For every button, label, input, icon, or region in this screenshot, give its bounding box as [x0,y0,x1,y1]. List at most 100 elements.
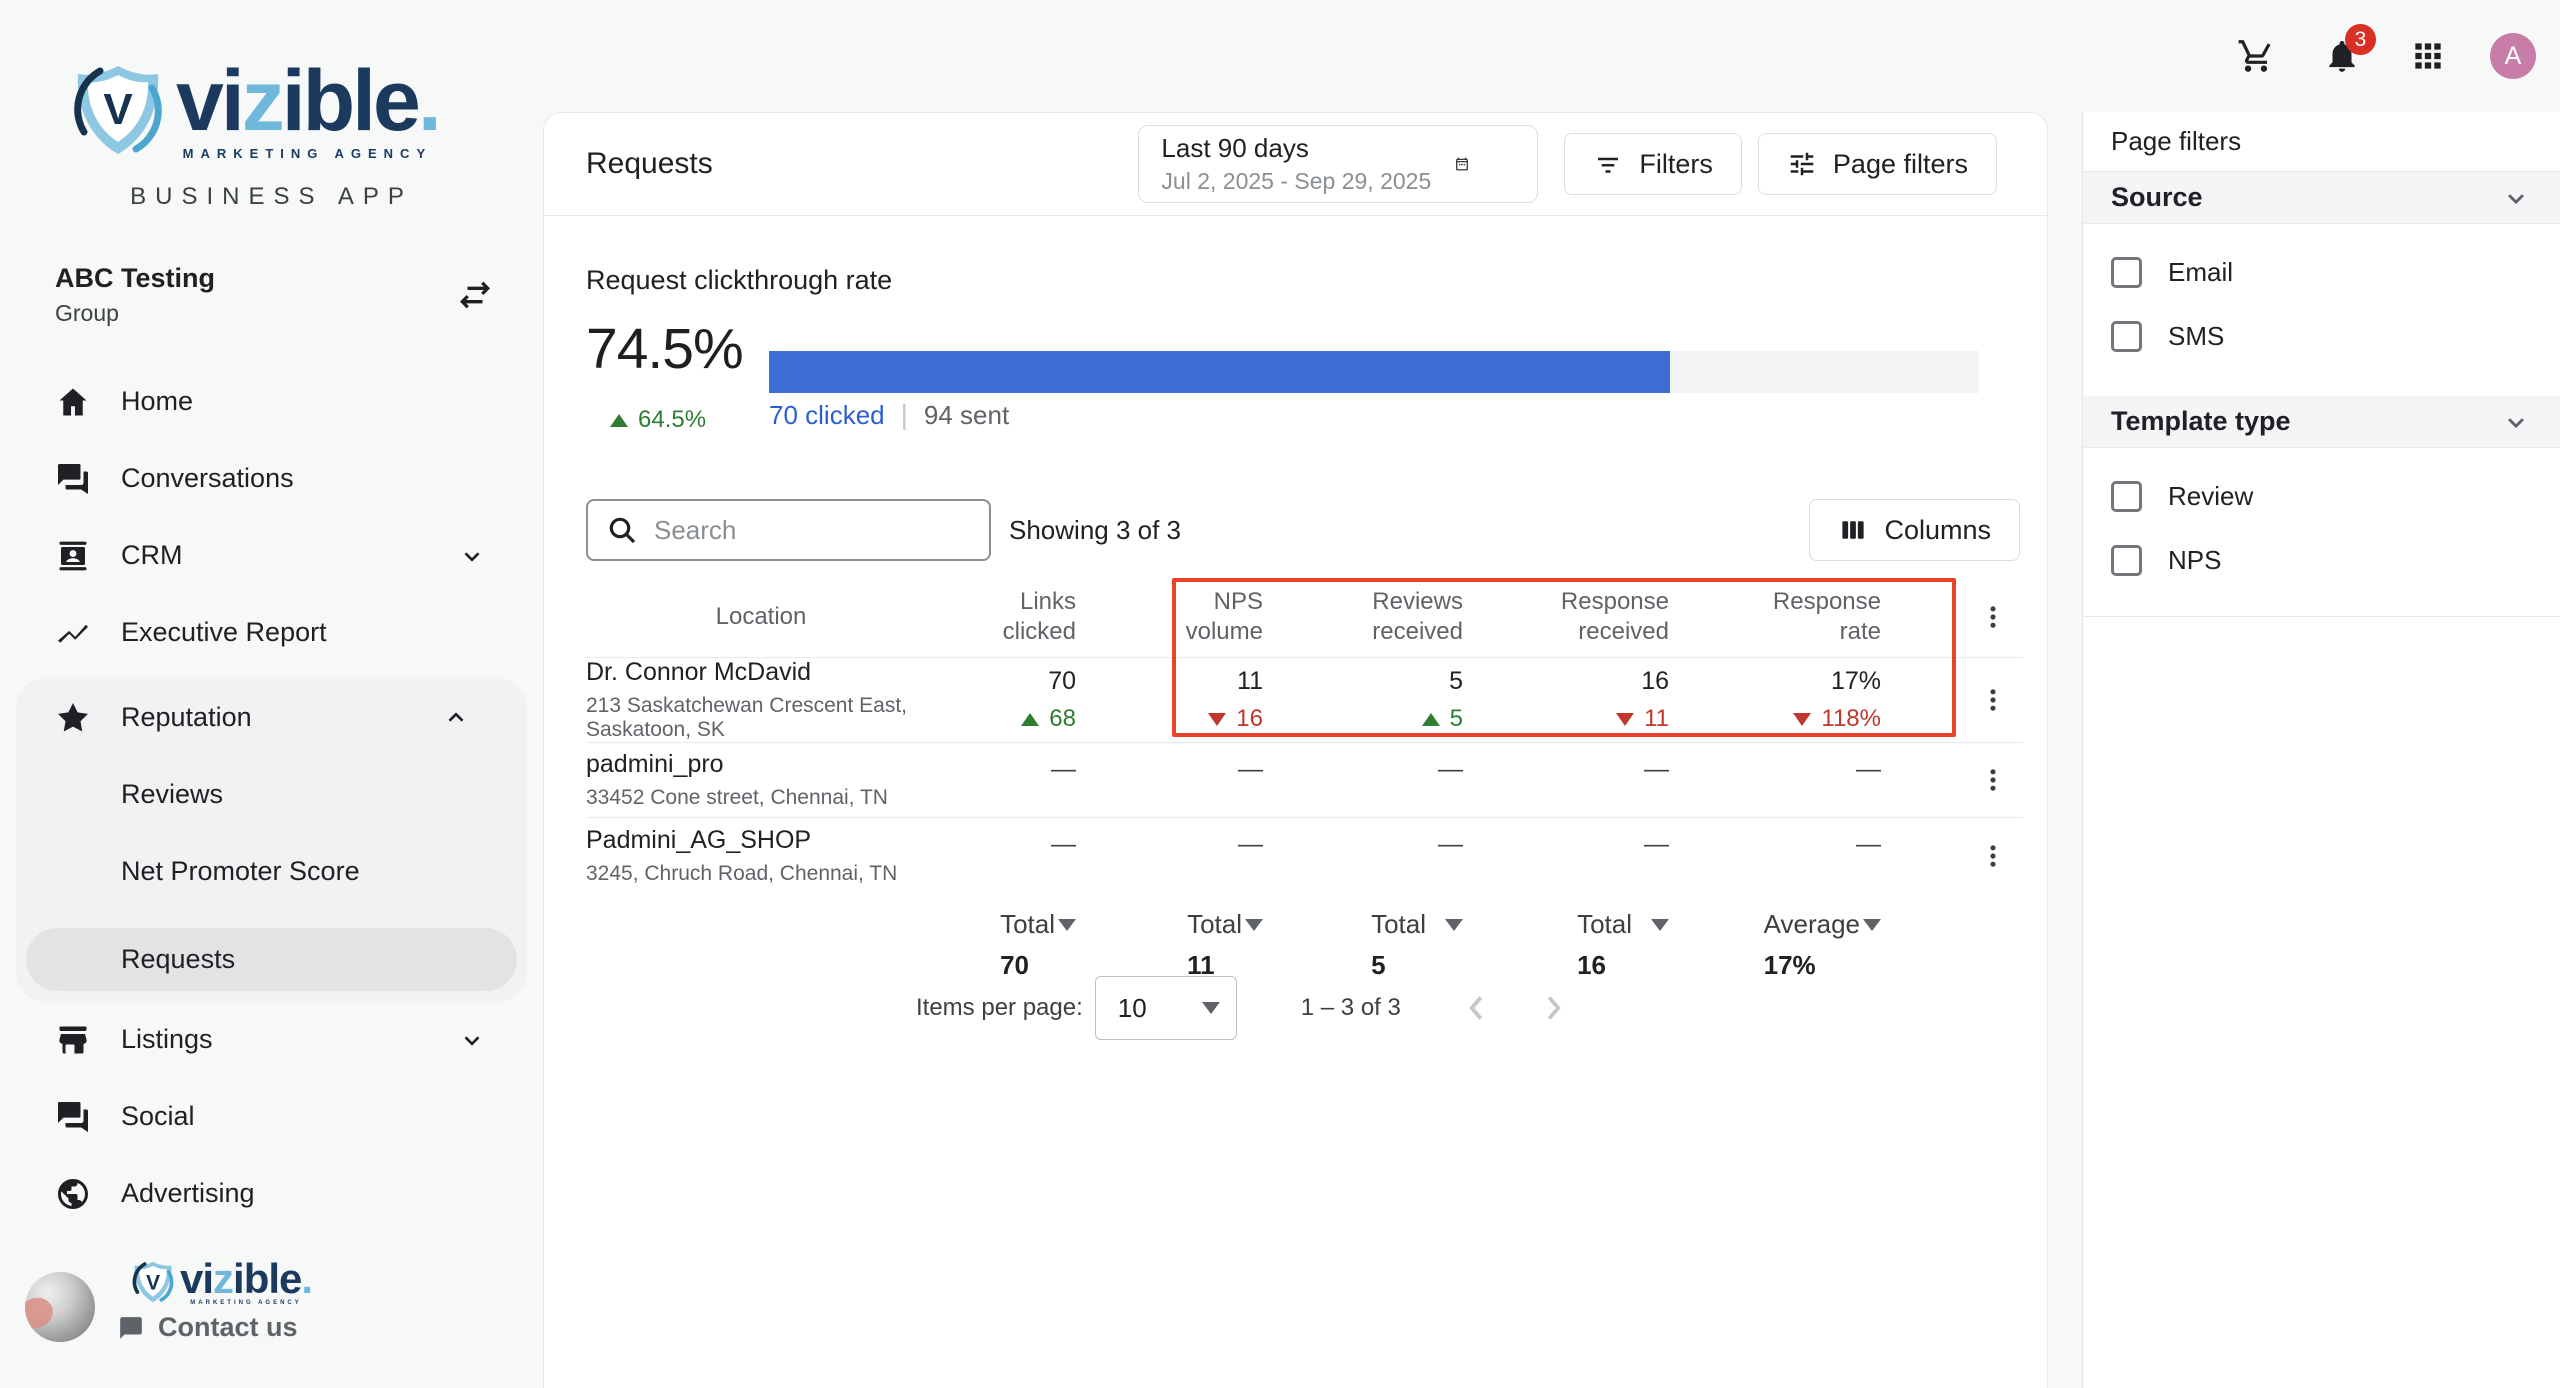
tune-icon [1787,149,1833,179]
metric-title: Request clickthrough rate [586,265,892,296]
sidebar-item-conversations[interactable]: Conversations [0,440,543,517]
links-clicked-cell: — [936,818,1076,893]
response-received-cell: — [1463,818,1669,893]
reputation-group: Reputation Reviews Net Promoter Score Re… [16,679,527,1001]
nps-volume-cell: — [1076,818,1263,893]
checkbox[interactable] [2111,481,2142,512]
arrow-down-icon [1208,713,1226,726]
sidebar-item-home[interactable]: Home [0,363,543,440]
checkbox[interactable] [2111,545,2142,576]
table-row[interactable]: Padmini_AG_SHOP 3245, Chruch Road, Chenn… [586,818,2023,893]
page-filters-button[interactable]: Page filters [1758,133,1997,195]
column-header-nps-volume: NPSvolume [1076,576,1263,657]
filter-list-icon [1593,149,1639,179]
main-content: Requests Last 90 days Jul 2, 2025 - Sep … [543,112,2048,1388]
checkbox[interactable] [2111,321,2142,352]
showing-count: Showing 3 of 3 [1009,515,1181,546]
kebab-menu-icon[interactable] [1973,597,2013,637]
account-name: ABC Testing [55,263,215,294]
sidebar-item-requests[interactable]: Requests [26,928,517,991]
calendar-icon [1431,145,1469,183]
notification-badge: 3 [2345,24,2376,55]
sidebar-nav: Home Conversations CRM Executive Report … [0,363,543,1232]
account-type: Group [55,300,215,327]
table-row[interactable]: padmini_pro 33452 Cone street, Chennai, … [586,743,2023,818]
columns-button[interactable]: Columns [1809,499,2020,561]
table-row[interactable]: Dr. Connor McDavid 213 Saskatchewan Cres… [586,658,2023,743]
sidebar-footer: V vizible. MARKETING AGENCY Contact us [0,1250,543,1388]
source-options: Email SMS [2083,224,2560,378]
chevron-down-icon [2502,184,2530,212]
apps-button[interactable] [2404,32,2452,80]
sidebar-item-social[interactable]: Social [0,1078,543,1155]
brand-logo: V vizible. MARKETING AGENCY [68,58,543,161]
sidebar-item-crm[interactable]: CRM [0,517,543,594]
previous-page-button[interactable] [1459,990,1495,1026]
brand-tagline: MARKETING AGENCY [176,146,439,161]
brand-shield-icon: V [68,60,168,160]
reviews-received-cell: 5 5 [1263,658,1463,742]
kebab-menu-icon[interactable] [1973,680,2013,720]
section-divider [2083,616,2560,617]
sidebar-item-advertising[interactable]: Advertising [0,1155,543,1232]
date-range-picker[interactable]: Last 90 days Jul 2, 2025 - Sep 29, 2025 [1138,125,1538,203]
search-icon [606,514,638,546]
globe-icon [55,1176,91,1212]
filter-option-sms[interactable]: SMS [2083,304,2560,368]
chevron-up-icon [443,705,469,731]
sent-label: 94 sent [924,400,1009,431]
kebab-menu-icon[interactable] [1973,760,2013,800]
swap-accounts-icon[interactable] [455,275,495,315]
filter-option-review[interactable]: Review [2083,464,2560,528]
column-header-location: Location [586,576,936,657]
notifications-button[interactable]: 3 [2318,32,2366,80]
nps-volume-cell: 11 16 [1076,658,1263,742]
metric-delta: 64.5% [610,406,706,434]
arrow-up-icon [610,414,628,427]
sidebar: V vizible. MARKETING AGENCY BUSINESS APP… [0,0,543,1388]
sidebar-item-listings[interactable]: Listings [0,1001,543,1078]
footer-brand-logo: V vizible. MARKETING AGENCY [130,1258,312,1306]
cart-button[interactable] [2232,32,2280,80]
table-toolbar: Showing 3 of 3 Columns [586,499,2020,561]
chat-bubbles-icon [55,1099,91,1135]
source-section-header[interactable]: Source [2083,172,2560,224]
aggregate-links-clicked: Total 70 [936,895,1076,981]
caret-down-icon [1651,919,1669,931]
contact-us-link[interactable]: Contact us [118,1312,298,1343]
items-per-page-select[interactable]: 10 [1095,976,1237,1040]
user-avatar[interactable]: A [2490,33,2536,79]
template-type-options: Review NPS [2083,448,2560,602]
sidebar-item-net-promoter-score[interactable]: Net Promoter Score [16,833,527,910]
reviews-received-cell: — [1263,743,1463,817]
aggregate-reviews-received: Total 5 [1263,895,1463,981]
search-box[interactable] [586,499,991,561]
clicked-link[interactable]: 70 clicked [769,400,885,431]
arrow-down-icon [1616,713,1634,726]
items-per-page-label: Items per page: [916,994,1083,1022]
arrow-up-icon [1422,713,1440,726]
date-range-dates: Jul 2, 2025 - Sep 29, 2025 [1161,168,1431,195]
filter-option-email[interactable]: Email [2083,240,2560,304]
clickthrough-progress-bar [769,351,1979,393]
search-input[interactable] [654,515,954,546]
progress-fill [769,351,1670,393]
arrow-up-icon [1021,713,1039,726]
sidebar-item-reputation[interactable]: Reputation [16,679,527,756]
brand-wordmark: vizible. MARKETING AGENCY [176,58,439,161]
account-switcher[interactable]: ABC Testing Group [55,263,495,327]
page-filters-panel: Page filters Source Email SMS Template t… [2082,112,2560,1388]
trend-chart-icon [55,615,91,651]
next-page-button[interactable] [1535,990,1571,1026]
contact-card-icon [55,538,91,574]
sidebar-item-executive-report[interactable]: Executive Report [0,594,543,671]
filters-button[interactable]: Filters [1564,133,1742,195]
cart-icon [2237,37,2275,75]
sidebar-item-reviews[interactable]: Reviews [16,756,527,833]
checkbox[interactable] [2111,257,2142,288]
pagination: Items per page: 10 1 – 3 of 3 [916,975,1571,1041]
arrow-down-icon [1793,713,1811,726]
filter-option-nps[interactable]: NPS [2083,528,2560,592]
template-type-section-header[interactable]: Template type [2083,396,2560,448]
kebab-menu-icon[interactable] [1973,836,2013,876]
